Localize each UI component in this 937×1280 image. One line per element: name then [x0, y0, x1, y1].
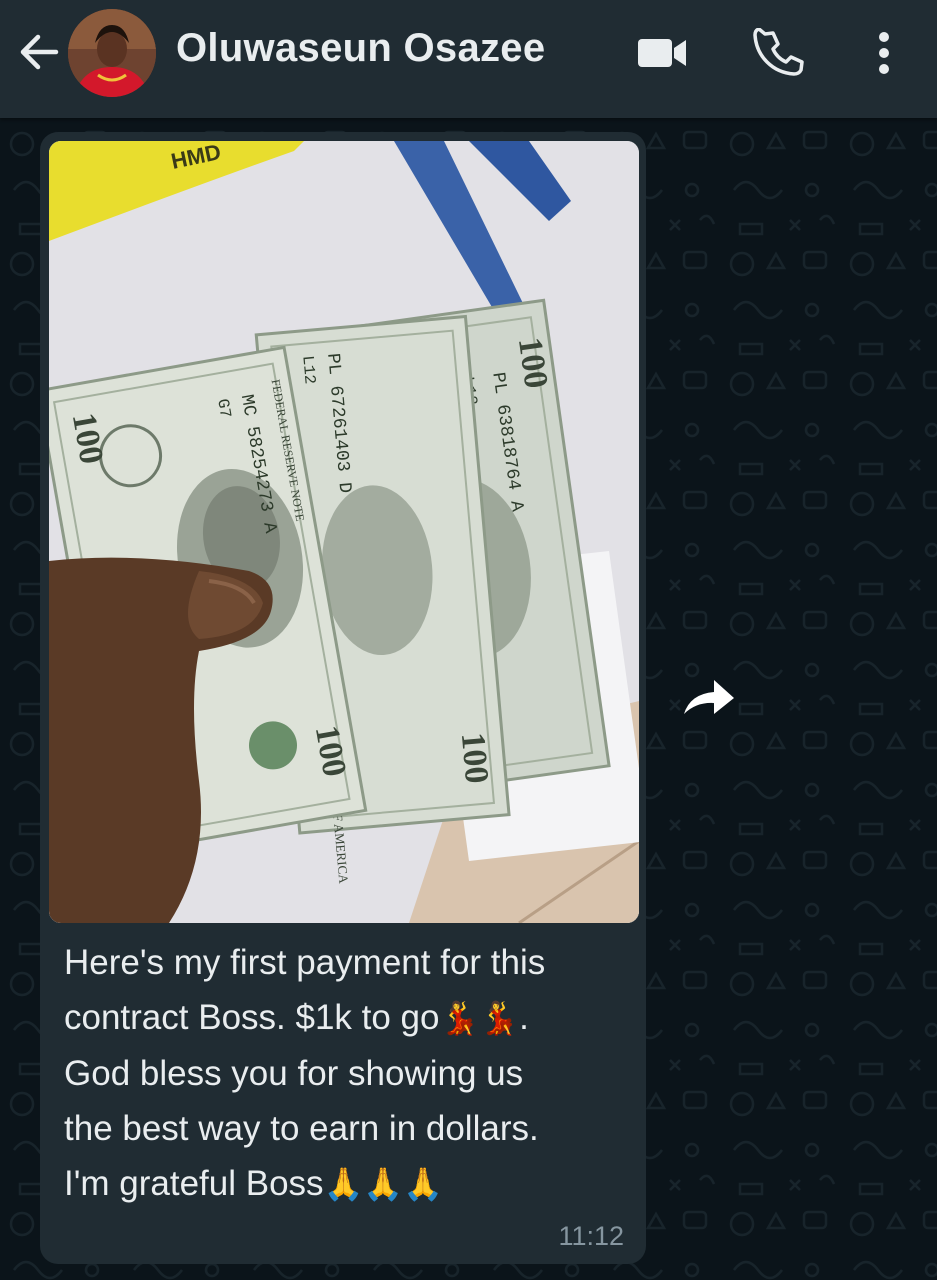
praying-hands-emoji: 🙏🙏🙏	[323, 1165, 444, 1203]
message-caption: Here's my first payment for this contrac…	[64, 935, 624, 1212]
contact-name[interactable]: Oluwaseun Osazee	[176, 26, 545, 71]
phone-icon	[753, 27, 804, 76]
voice-call-button[interactable]	[752, 27, 808, 78]
dancer-emoji: 💃💃	[439, 999, 520, 1037]
svg-text:100: 100	[511, 335, 555, 391]
arrow-left-icon	[20, 34, 59, 70]
svg-text:G7: G7	[213, 397, 234, 419]
svg-text:100: 100	[454, 731, 495, 785]
message-photo[interactable]: HMD PL 63818764 A L12 100 100 PL 6726140…	[49, 141, 639, 923]
forward-arrow-icon	[684, 680, 734, 714]
chat-header: Oluwaseun Osazee	[0, 0, 937, 118]
contact-avatar[interactable]	[68, 9, 156, 97]
video-call-icon	[638, 39, 686, 67]
more-vert-icon	[879, 32, 889, 74]
more-options-button[interactable]	[856, 28, 912, 78]
video-call-button[interactable]	[634, 28, 690, 78]
back-button[interactable]	[14, 27, 64, 77]
forward-button[interactable]	[680, 674, 738, 722]
message-timestamp: 11:12	[558, 1221, 624, 1251]
svg-text:L12: L12	[298, 355, 318, 385]
message-bubble[interactable]: HMD PL 63818764 A L12 100 100 PL 6726140…	[40, 132, 646, 1264]
